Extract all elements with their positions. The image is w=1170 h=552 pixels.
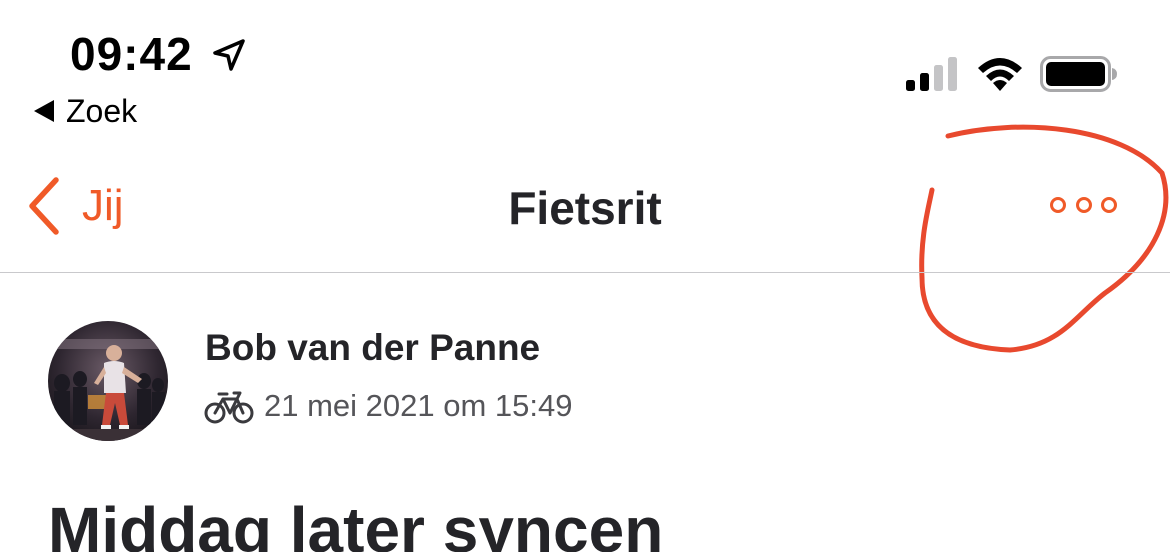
back-to-app-button[interactable]: Zoek [32, 92, 137, 130]
page-title: Fietsrit [508, 182, 662, 234]
location-arrow-icon [213, 39, 245, 71]
battery-icon [1040, 56, 1117, 92]
avatar-photo [48, 321, 168, 441]
status-time: 09:42 [70, 28, 193, 80]
back-triangle-icon [34, 100, 54, 122]
wifi-icon [978, 58, 1022, 91]
activity-title: Middag later syncen [48, 494, 664, 552]
athlete-avatar[interactable] [48, 321, 168, 441]
activity-meta: 21 mei 2021 om 15:49 [204, 386, 573, 426]
more-options-button[interactable] [1046, 190, 1122, 220]
more-horizontal-icon [1050, 197, 1117, 213]
bike-icon [204, 391, 254, 424]
athlete-name[interactable]: Bob van der Panne [205, 326, 540, 370]
back-app-label: Zoek [66, 93, 138, 129]
nav-divider [0, 272, 1170, 273]
cellular-signal-icon [906, 57, 957, 91]
activity-datetime: 21 mei 2021 om 15:49 [264, 388, 573, 423]
hand-drawn-annotation-circle [919, 124, 1169, 353]
activity-detail-screen: 09:42 Zoek Jij Fietsrit Bob van der Pann… [0, 0, 1170, 552]
